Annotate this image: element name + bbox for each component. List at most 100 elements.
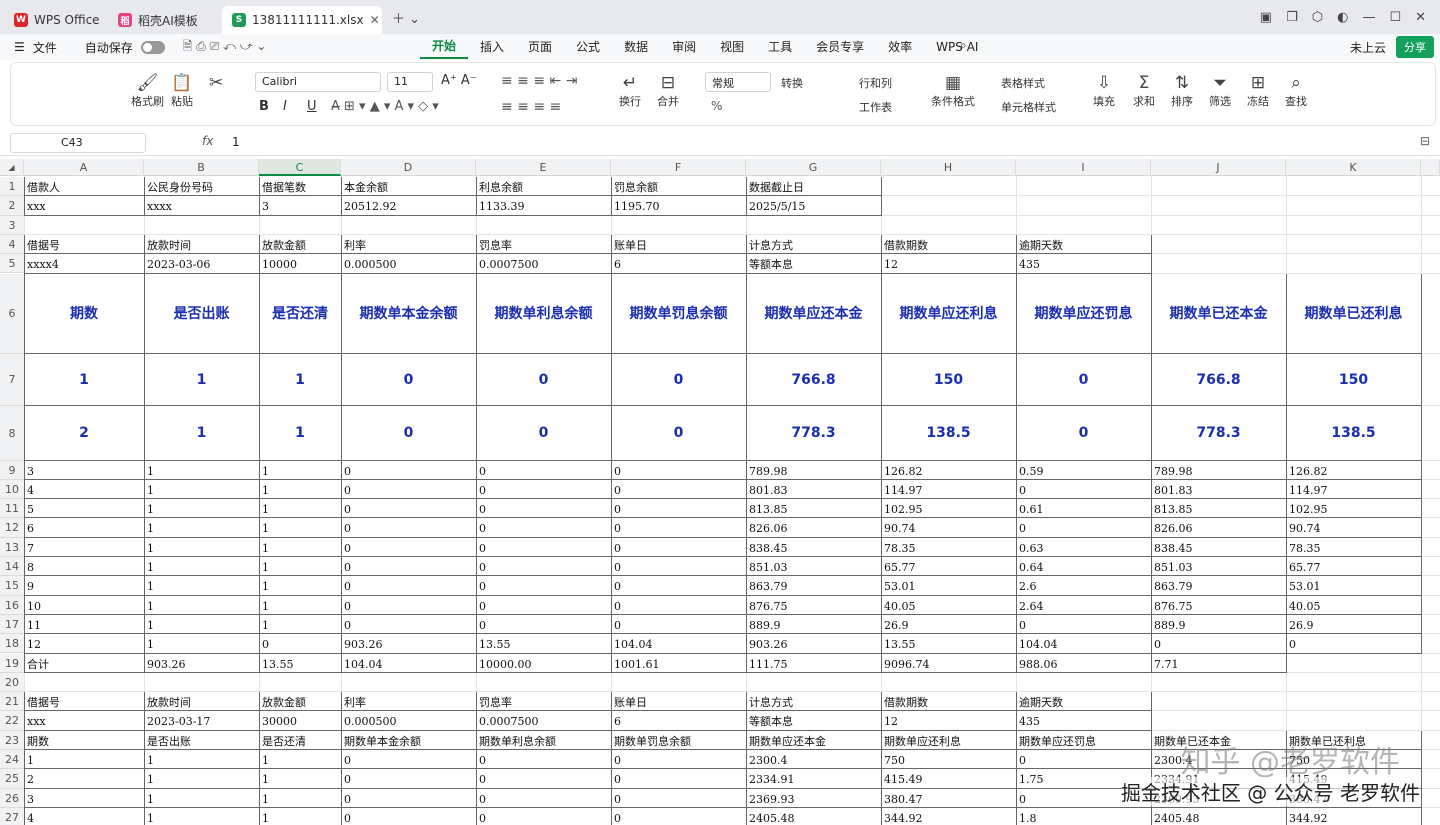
cell-E18[interactable]: 13.55 [476,634,611,653]
close-tab-icon[interactable]: ✕ [370,13,380,27]
cell-F7[interactable]: 0 [611,354,746,406]
cell-F11[interactable]: 0 [611,499,746,518]
cell-F26[interactable]: 0 [611,789,746,808]
cell-C9[interactable]: 1 [259,461,341,480]
cell-E5[interactable]: 0.0007500 [476,254,611,273]
column-header-E[interactable]: E [476,159,611,176]
cell-K6[interactable]: 期数单已还利息 [1286,274,1421,354]
cell-E25[interactable]: 0 [476,769,611,788]
cell-E12[interactable]: 0 [476,518,611,537]
row-header-1[interactable]: 1 [0,177,24,197]
wrap-button[interactable]: ↵ 换行 [619,73,641,109]
cell-H14[interactable]: 65.77 [881,557,1016,576]
worksheet-button[interactable]: 工作表 [859,99,892,115]
cell-K7[interactable]: 150 [1286,354,1421,406]
cell-K9[interactable]: 126.82 [1286,461,1421,480]
cell-D6[interactable]: 期数单本金余额 [341,274,476,354]
cell-F13[interactable]: 0 [611,538,746,557]
cell-I4[interactable]: 逾期天数 [1016,235,1151,254]
cell-A19[interactable]: 合计 [24,654,144,673]
row-header-8[interactable]: 8 [0,405,24,461]
cell-A25[interactable]: 2 [24,769,144,788]
row-header-18[interactable]: 18 [0,634,24,654]
find-button[interactable]: ⌕ 查找 [1285,73,1307,109]
row-header-10[interactable]: 10 [0,479,24,500]
cell-G11[interactable]: 813.85 [746,499,881,518]
cell-D25[interactable]: 0 [341,769,476,788]
cell-F27[interactable]: 0 [611,808,746,825]
menu-会员专享[interactable]: 会员专享 [804,34,876,60]
cell-H18[interactable]: 13.55 [881,634,1016,653]
row-header-5[interactable]: 5 [0,254,24,274]
cell-G17[interactable]: 889.9 [746,615,881,634]
cell-J10[interactable]: 801.83 [1151,480,1286,499]
menu-WPS AI[interactable]: WPS AI [924,34,990,60]
align-icons[interactable]: ≡ ≡ ≡ ⇤ ⇥ [501,73,577,89]
cell-F18[interactable]: 104.04 [611,634,746,653]
cell-A22[interactable]: xxx [24,711,144,730]
underline-button[interactable]: U [307,99,317,114]
cell-C4[interactable]: 放款金额 [259,235,341,254]
column-header-C[interactable]: C [259,159,341,176]
percent-button[interactable]: % [711,99,722,113]
cell-G9[interactable]: 789.98 [746,461,881,480]
cell-C22[interactable]: 30000 [259,711,341,730]
cell-C17[interactable]: 1 [259,615,341,634]
font-size-select[interactable]: 11 [387,72,433,92]
maximize-icon[interactable]: ☐ [1389,10,1401,25]
cell-A10[interactable]: 4 [24,480,144,499]
row-header-25[interactable]: 25 [0,769,24,789]
row-header-19[interactable]: 19 [0,653,24,673]
cell-A1[interactable]: 借款人 [24,177,144,196]
cell-E11[interactable]: 0 [476,499,611,518]
tab-0[interactable]: W WPS Office [4,6,104,34]
cell-J11[interactable]: 813.85 [1151,499,1286,518]
menu-视图[interactable]: 视图 [708,34,756,60]
italic-button[interactable]: I [283,99,287,114]
cell-K10[interactable]: 114.97 [1286,480,1421,499]
formula-input[interactable]: 1 [232,135,240,149]
column-header-B[interactable]: B [144,159,259,176]
column-header-D[interactable]: D [341,159,476,176]
cell-D10[interactable]: 0 [341,480,476,499]
cell-B5[interactable]: 2023-03-06 [144,254,259,273]
cell-D21[interactable]: 利率 [341,692,476,711]
hamburger-icon[interactable]: ☰ [14,40,25,54]
cell-G12[interactable]: 826.06 [746,518,881,537]
cell-A5[interactable]: xxxx4 [24,254,144,273]
fill-button[interactable]: ⇩ 填充 [1093,73,1115,109]
tab-1[interactable]: 稻稻壳AI模板 [108,6,218,34]
cell-B22[interactable]: 2023-03-17 [144,711,259,730]
row-header-22[interactable]: 22 [0,711,24,731]
cell-G14[interactable]: 851.03 [746,557,881,576]
cell-D11[interactable]: 0 [341,499,476,518]
cell-E21[interactable]: 罚息率 [476,692,611,711]
cell-D23[interactable]: 期数单本金余额 [341,731,476,750]
file-menu[interactable]: 文件 [33,39,57,56]
cell-J8[interactable]: 778.3 [1151,406,1286,461]
expand-formula-icon[interactable]: ⊟ [1420,134,1430,148]
cell-B1[interactable]: 公民身份号码 [144,177,259,196]
column-header-I[interactable]: I [1016,159,1151,176]
cell-F16[interactable]: 0 [611,596,746,615]
cell-C5[interactable]: 10000 [259,254,341,273]
cell-C15[interactable]: 1 [259,576,341,595]
cell-B4[interactable]: 放款时间 [144,235,259,254]
cell-D9[interactable]: 0 [341,461,476,480]
cell-I6[interactable]: 期数单应还罚息 [1016,274,1151,354]
cell-C26[interactable]: 1 [259,789,341,808]
cell-G15[interactable]: 863.79 [746,576,881,595]
cell-E24[interactable]: 0 [476,750,611,769]
table-style-button[interactable]: 表格样式 [1001,75,1045,91]
freeze-button[interactable]: ⊞ 冻结 [1247,73,1269,109]
cell-B9[interactable]: 1 [144,461,259,480]
cell-H11[interactable]: 102.95 [881,499,1016,518]
row-header-14[interactable]: 14 [0,557,24,577]
cell-E13[interactable]: 0 [476,538,611,557]
cell-A8[interactable]: 2 [24,406,144,461]
cell-J6[interactable]: 期数单已还本金 [1151,274,1286,354]
column-header-overflow[interactable] [1421,159,1440,176]
cell-A4[interactable]: 借据号 [24,235,144,254]
avatar[interactable]: ◐ [1337,10,1348,25]
cell-F14[interactable]: 0 [611,557,746,576]
